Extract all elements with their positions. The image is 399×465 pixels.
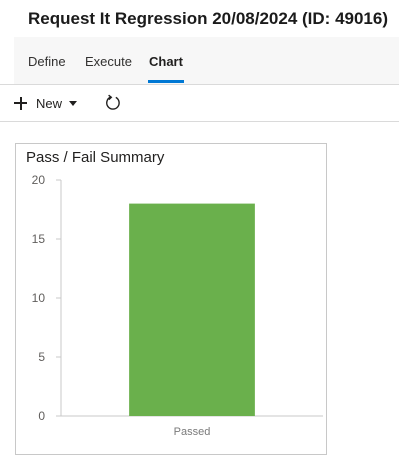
tab-execute[interactable]: Execute xyxy=(85,54,132,69)
y-tick-label: 20 xyxy=(32,173,46,187)
y-tick-label: 0 xyxy=(38,409,45,423)
y-tick-label: 15 xyxy=(32,232,46,246)
tab-chart[interactable]: Chart xyxy=(149,54,183,69)
chart-card: Pass / Fail Summary 0 5 10 15 20 Passed xyxy=(15,143,327,455)
bar-passed xyxy=(129,203,255,416)
toolbar: New xyxy=(0,85,399,121)
page-title: Request It Regression 20/08/2024 (ID: 49… xyxy=(28,9,388,28)
active-tab-indicator xyxy=(148,80,184,83)
chevron-down-icon[interactable] xyxy=(69,101,78,106)
new-button[interactable]: New xyxy=(14,93,78,113)
y-tick-label: 5 xyxy=(38,350,45,364)
refresh-icon xyxy=(106,94,120,110)
refresh-button[interactable] xyxy=(103,93,123,113)
divider xyxy=(0,121,399,122)
tab-define[interactable]: Define xyxy=(28,54,66,69)
tab-bar: Define Execute Chart xyxy=(14,37,399,84)
pass-fail-chart: 0 5 10 15 20 Passed xyxy=(32,173,323,438)
new-button-label: New xyxy=(36,95,63,111)
y-tick-label: 10 xyxy=(32,291,46,305)
plus-icon xyxy=(14,96,27,110)
x-category-label: Passed xyxy=(174,426,211,438)
